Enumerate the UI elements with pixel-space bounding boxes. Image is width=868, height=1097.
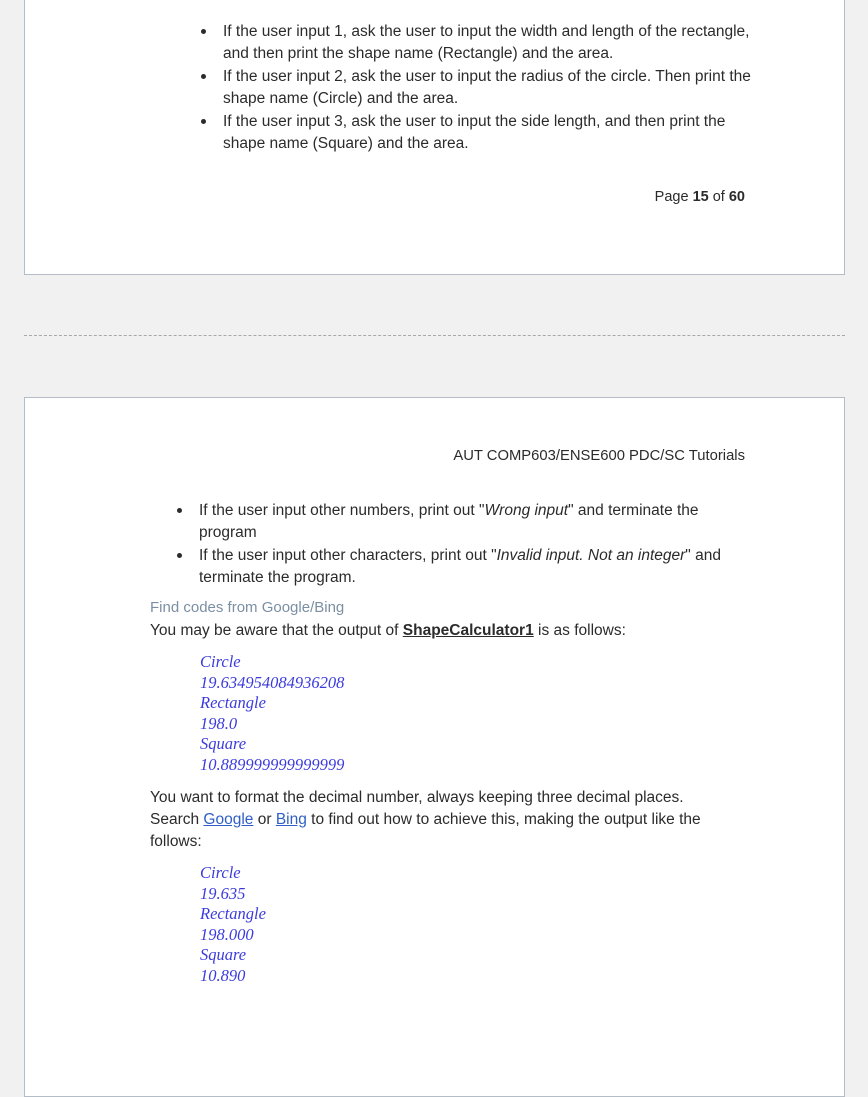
paragraph-conjunction: or bbox=[253, 811, 276, 828]
code-line: Square bbox=[200, 734, 247, 754]
code-line: Rectangle bbox=[200, 693, 266, 713]
code-line: Circle bbox=[200, 652, 241, 671]
list-item: If the user input 2, ask the user to inp… bbox=[175, 66, 755, 110]
document-running-header: AUT COMP603/ENSE600 PDC/SC Tutorials bbox=[453, 448, 745, 464]
list-item: If the user input other numbers, print o… bbox=[151, 500, 741, 544]
document-page-15: (2) Circle (3) Square If the user input … bbox=[24, 0, 845, 275]
code-line: 10.890 bbox=[200, 965, 246, 985]
page-of-label: of bbox=[712, 189, 725, 205]
bullet-icon bbox=[201, 74, 206, 79]
format-instruction-paragraph: You want to format the decimal number, a… bbox=[150, 787, 720, 853]
output-intro-paragraph: You may be aware that the output of Shap… bbox=[150, 620, 750, 642]
formatted-output-block: Circle 19.635 Rectangle 198.000 Square 1… bbox=[200, 863, 266, 987]
list-item-text: If the user input 3, ask the user to inp… bbox=[223, 113, 726, 152]
bullet-icon bbox=[177, 553, 182, 558]
code-line: Rectangle bbox=[200, 904, 266, 924]
code-line: Square bbox=[200, 945, 247, 965]
list-item: If the user input 1, ask the user to inp… bbox=[175, 21, 755, 65]
paragraph-text: You may be aware that the output of bbox=[150, 622, 403, 639]
current-page-number: 15 bbox=[692, 189, 709, 205]
page-number-footer: Page 15 of 60 bbox=[655, 189, 745, 205]
page2-requirements-list: If the user input other numbers, print o… bbox=[151, 500, 741, 590]
bullet-icon bbox=[177, 508, 182, 513]
bullet-icon bbox=[201, 29, 206, 34]
bullet-icon bbox=[201, 119, 206, 124]
quoted-message: Wrong input bbox=[484, 502, 569, 519]
list-item-text: If the user input 2, ask the user to inp… bbox=[223, 68, 751, 107]
document-page-16: AUT COMP603/ENSE600 PDC/SC Tutorials If … bbox=[24, 397, 845, 1097]
list-item: If the user input other characters, prin… bbox=[151, 545, 741, 589]
page-label: Page bbox=[654, 189, 689, 205]
paragraph-text-tail: is as follows: bbox=[533, 622, 626, 639]
class-name-reference: ShapeCalculator1 bbox=[402, 622, 534, 639]
section-heading: Find codes from Google/Bing bbox=[150, 599, 345, 616]
quoted-message: Invalid input. Not an integer bbox=[496, 547, 686, 564]
list-item-text: If the user input other numbers, print o… bbox=[199, 502, 485, 519]
code-line: 19.634954084936208 bbox=[200, 672, 345, 692]
code-line: 198.0 bbox=[200, 713, 238, 733]
list-item-text: If the user input other characters, prin… bbox=[199, 547, 497, 564]
document-viewer[interactable]: (2) Circle (3) Square If the user input … bbox=[0, 0, 868, 1097]
code-line: 19.635 bbox=[200, 883, 246, 903]
code-line: 10.889999999999999 bbox=[200, 754, 345, 774]
code-line: 198.000 bbox=[200, 924, 254, 944]
total-page-number: 60 bbox=[728, 189, 745, 205]
page1-requirements-list: If the user input 1, ask the user to inp… bbox=[175, 21, 755, 156]
list-item: If the user input 3, ask the user to inp… bbox=[175, 111, 755, 155]
raw-output-block: Circle 19.634954084936208 Rectangle 198.… bbox=[200, 652, 344, 776]
bing-link[interactable]: Bing bbox=[276, 811, 307, 828]
list-item-text: If the user input 1, ask the user to inp… bbox=[223, 23, 750, 62]
code-line: Circle bbox=[200, 863, 241, 882]
google-link[interactable]: Google bbox=[203, 811, 253, 828]
page-separator bbox=[24, 335, 845, 336]
